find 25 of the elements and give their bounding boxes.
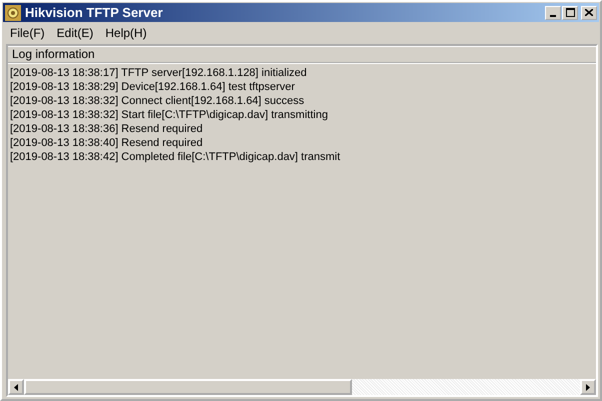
right-arrow-icon [586, 384, 590, 390]
log-entry: [2019-08-13 18:38:36] Resend required [10, 122, 204, 136]
horizontal-scrollbar[interactable] [8, 379, 596, 395]
log-entry: [2019-08-13 18:38:32] Start file[C:\TFTP\digicap.dav] transmitting [10, 108, 329, 122]
maximize-button[interactable] [562, 6, 578, 20]
close-button[interactable] [581, 6, 597, 20]
column-header: Log information [8, 46, 596, 64]
log-entry: [2019-08-13 18:38:42] Completed file[C:\TFTP\digicap.dav] transmit [10, 150, 342, 164]
log-entry: [2019-08-13 18:38:17] TFTP server[192.168.1.128] initialized [10, 66, 308, 80]
app-logo-icon [5, 4, 21, 20]
window-title: Hikvision TFTP Server [25, 5, 164, 20]
minimize-icon [550, 14, 556, 16]
menu-item[interactable]: File(F) [4, 26, 51, 40]
scroll-right-button[interactable] [580, 379, 596, 395]
log-entry: [2019-08-13 18:38:40] Resend required [10, 136, 204, 150]
log-entry: [2019-08-13 18:38:32] Connect client[192.168.1.64] success [10, 94, 306, 108]
maximize-icon [566, 8, 574, 17]
log-entry: [2019-08-13 18:38:29] Device[192.168.1.64] test tftpserver [10, 80, 296, 94]
left-arrow-icon [14, 384, 18, 390]
minimize-button[interactable] [545, 6, 561, 20]
scroll-thumb[interactable] [24, 379, 352, 395]
scroll-left-button[interactable] [8, 379, 24, 395]
menu-item[interactable]: Edit(E) [50, 26, 100, 40]
menu-item[interactable]: Help(H) [99, 26, 153, 40]
close-icon [585, 9, 593, 16]
